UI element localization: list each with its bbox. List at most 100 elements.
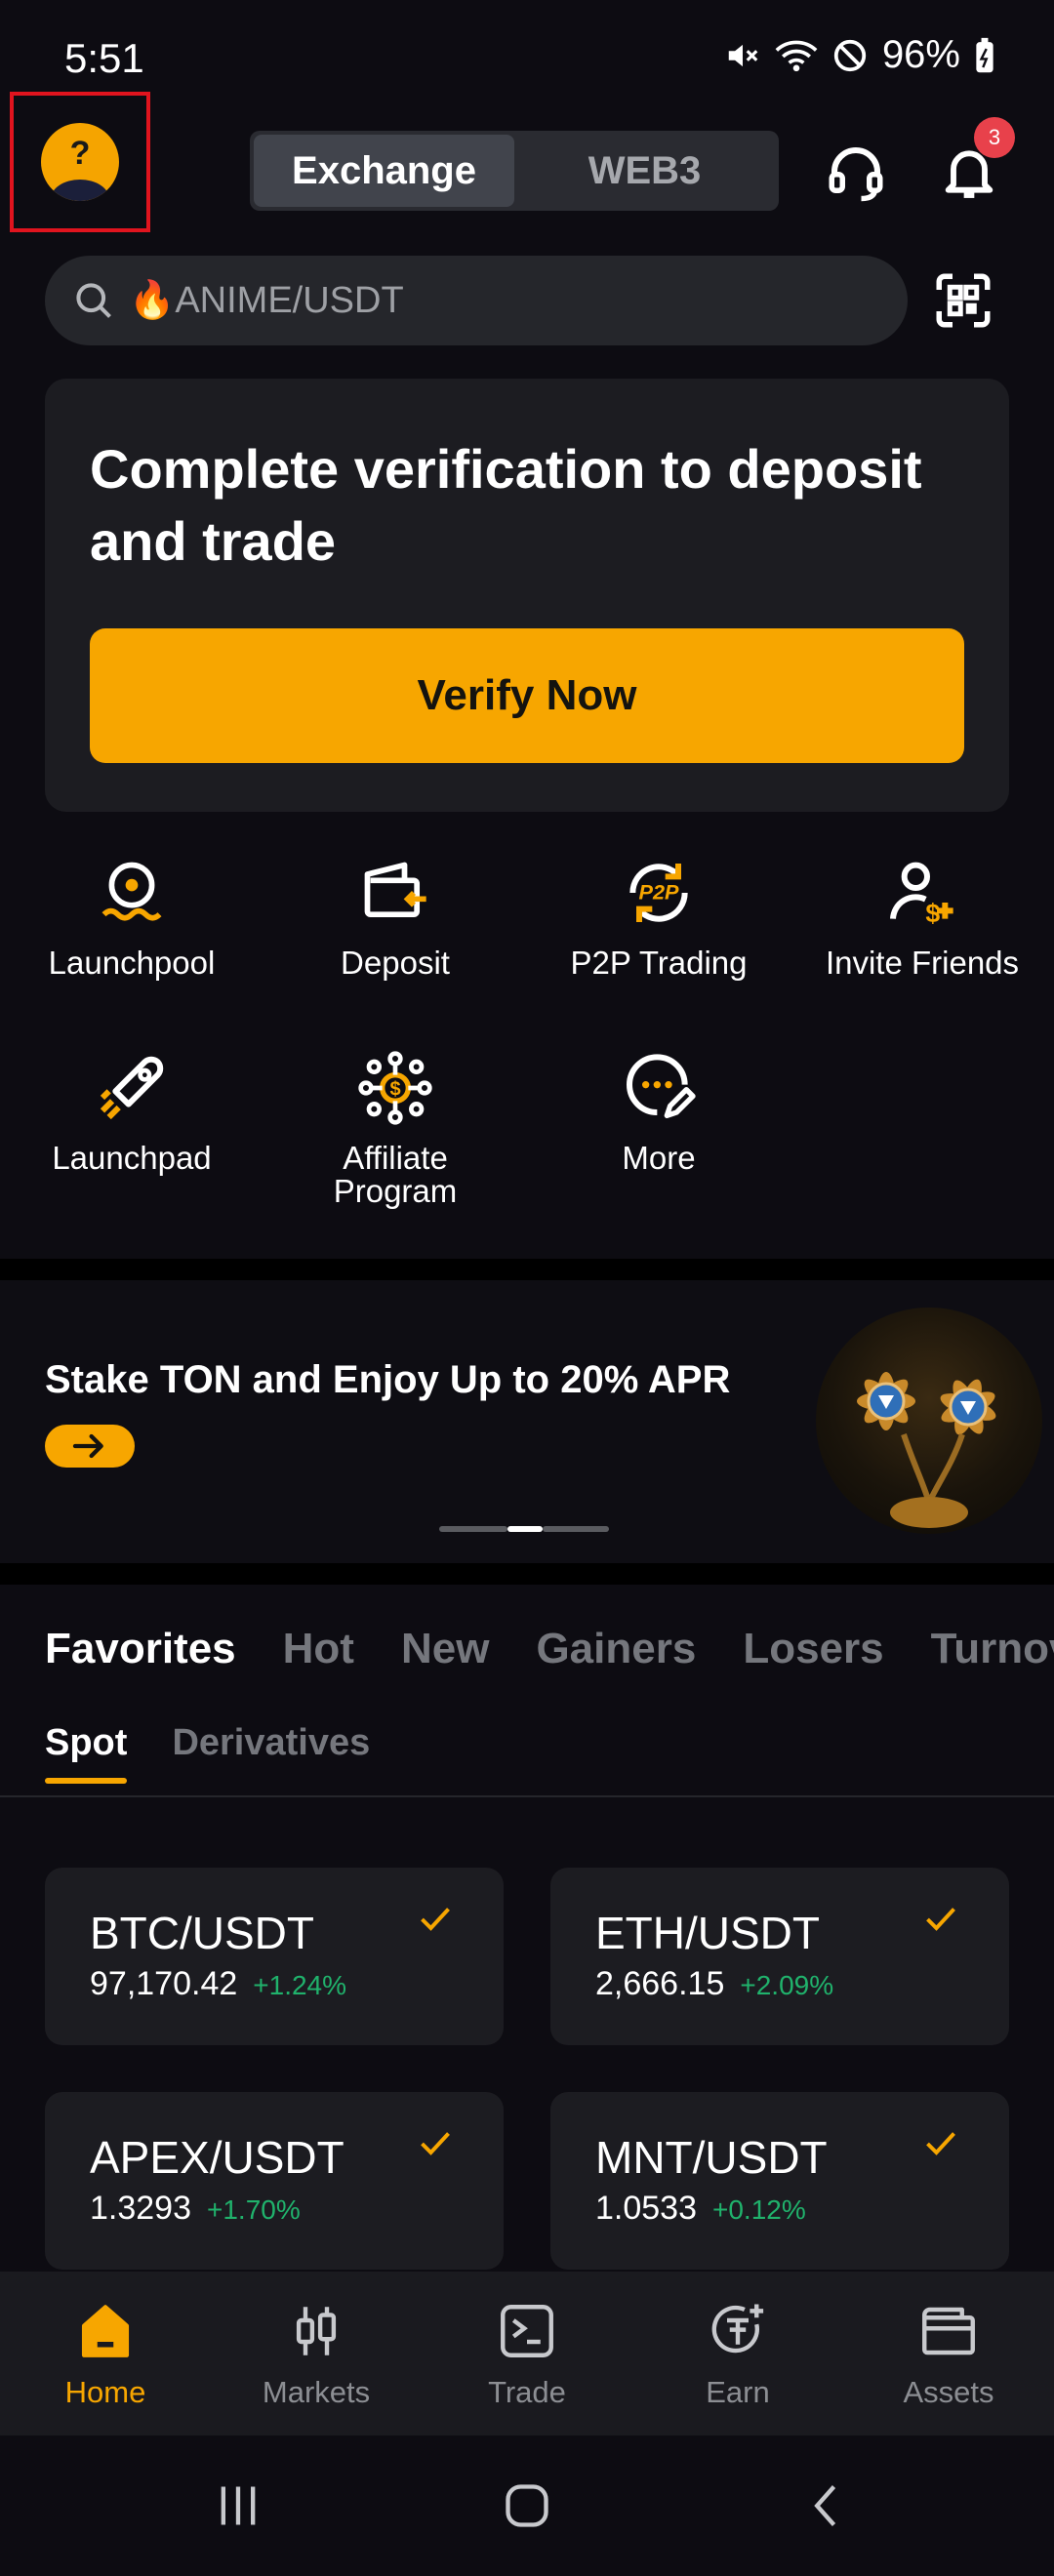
search-icon — [76, 283, 111, 318]
nav-label: Assets — [903, 2375, 994, 2409]
banner-arrow-button[interactable] — [45, 1425, 135, 1468]
notifications-button[interactable]: 3 — [937, 117, 1015, 211]
support-button[interactable] — [822, 133, 890, 211]
carousel-dot — [439, 1526, 507, 1532]
tab-losers[interactable]: Losers — [743, 1625, 883, 1673]
pair-price: 1.3293 — [90, 2190, 191, 2227]
nav-home[interactable]: Home — [0, 2272, 211, 2435]
back-icon[interactable] — [802, 2480, 853, 2531]
shortcut-invite-friends[interactable]: $ Invite Friends — [790, 849, 1054, 980]
bottom-nav: Home Markets Trade Earn Assets — [0, 2272, 1054, 2435]
wifi-icon — [775, 40, 818, 71]
subtab-divider — [0, 1795, 1054, 1797]
dnd-icon — [833, 39, 867, 71]
candlestick-icon — [296, 2307, 337, 2355]
verify-now-button[interactable]: Verify Now — [90, 628, 964, 763]
shortcut-more[interactable]: More — [527, 1044, 790, 1175]
nav-assets[interactable]: Assets — [843, 2272, 1054, 2435]
system-navigation-bar — [0, 2435, 1054, 2576]
home-button-icon[interactable] — [502, 2480, 552, 2531]
home-icon — [81, 2305, 130, 2357]
pair-price: 1.0533 — [595, 2190, 697, 2227]
shortcut-label: More — [622, 1140, 696, 1176]
tab-favorites[interactable]: Favorites — [45, 1625, 236, 1673]
status-time: 5:51 — [64, 35, 144, 81]
mute-icon — [728, 44, 758, 66]
shortcut-label: Launchpad — [52, 1140, 212, 1176]
tab-web3[interactable]: WEB3 — [514, 135, 775, 207]
tab-new[interactable]: New — [401, 1625, 489, 1673]
check-icon[interactable] — [923, 1905, 958, 1934]
launchpool-icon — [101, 862, 162, 921]
tab-exchange[interactable]: Exchange — [254, 135, 514, 207]
verification-title: Complete verification to deposit and tra… — [90, 438, 922, 572]
earn-icon — [711, 2304, 764, 2354]
headset-icon — [829, 146, 883, 202]
nav-earn[interactable]: Earn — [632, 2272, 843, 2435]
battery-percent: 96% — [881, 33, 960, 76]
pair-change: +0.12% — [712, 2194, 806, 2225]
shortcut-label: Affiliate Program — [333, 1140, 458, 1209]
check-icon[interactable] — [418, 2129, 453, 2158]
check-icon[interactable] — [418, 1905, 453, 1934]
tab-gainers[interactable]: Gainers — [536, 1625, 696, 1673]
recent-apps-icon[interactable] — [213, 2480, 264, 2531]
status-bar: 5:51 96% — [0, 0, 1054, 107]
shortcut-affiliate-program[interactable]: $ Affiliate Program — [264, 1044, 527, 1208]
search-input[interactable]: 🔥ANIME/USDT — [45, 256, 908, 345]
tab-hot[interactable]: Hot — [283, 1625, 354, 1673]
qr-scan-icon — [936, 273, 991, 328]
exchange-web3-switch: Exchange WEB3 — [250, 131, 779, 211]
subtab-spot[interactable]: Spot — [45, 1722, 128, 1784]
p2p-icon: P2P — [629, 864, 688, 922]
shortcut-p2p[interactable]: P2P P2P Trading — [527, 849, 790, 980]
pair-price: 2,666.15 — [595, 1965, 725, 2002]
arrow-right-icon — [72, 1433, 103, 1459]
shortcut-launchpad[interactable]: Launchpad — [0, 1044, 264, 1175]
shortcut-launchpool[interactable]: Launchpool — [0, 849, 264, 980]
nav-label: Markets — [262, 2375, 371, 2409]
profile-avatar-button[interactable]: ? — [10, 92, 150, 232]
shortcut-label: P2P Trading — [570, 945, 748, 981]
banner-title: Stake TON and Enjoy Up to 20% APR — [45, 1358, 731, 1401]
pair-card-eth[interactable]: ETH/USDT 2,666.15 +2.09% — [550, 1868, 1009, 2045]
sunflower-illustration — [857, 1372, 996, 1528]
nav-markets[interactable]: Markets — [211, 2272, 422, 2435]
check-icon[interactable] — [923, 2129, 958, 2158]
carousel-dot — [543, 1526, 609, 1532]
svg-text:$: $ — [389, 1079, 400, 1101]
section-divider — [0, 1259, 1054, 1280]
pair-price: 97,170.42 — [90, 1965, 238, 2002]
pair-change: +2.09% — [740, 1970, 834, 2000]
market-subtabs: Spot Derivatives — [45, 1722, 370, 1784]
shortcut-deposit[interactable]: Deposit — [264, 849, 527, 980]
nav-label: Trade — [488, 2375, 566, 2409]
promo-banner[interactable]: Stake TON and Enjoy Up to 20% APR — [0, 1280, 1054, 1563]
scan-button[interactable] — [929, 263, 997, 338]
notification-badge: 3 — [974, 117, 1015, 158]
affiliate-icon: $ — [358, 1051, 432, 1125]
search-placeholder: 🔥ANIME/USDT — [129, 280, 404, 321]
section-divider — [0, 1563, 1054, 1585]
rocket-icon — [100, 1056, 164, 1120]
status-icons: 96% — [724, 33, 995, 77]
market-tabs: Favorites Hot New Gainers Losers Turnov — [45, 1625, 1054, 1673]
more-icon — [627, 1054, 696, 1118]
invite-icon: $ — [890, 862, 953, 928]
nav-trade[interactable]: Trade — [422, 2272, 632, 2435]
avatar-body — [51, 180, 109, 201]
avatar: ? — [41, 123, 119, 201]
shortcut-label: Deposit — [341, 945, 450, 981]
shortcut-label: Launchpool — [48, 945, 216, 981]
tab-turnover[interactable]: Turnov — [931, 1625, 1054, 1673]
trade-icon — [501, 2305, 553, 2357]
pair-card-btc[interactable]: BTC/USDT 97,170.42 +1.24% — [45, 1868, 504, 2045]
verification-card: Complete verification to deposit and tra… — [45, 379, 1009, 812]
pair-card-mnt[interactable]: MNT/USDT 1.0533 +0.12% — [550, 2092, 1009, 2270]
pair-card-apex[interactable]: APEX/USDT 1.3293 +1.70% — [45, 2092, 504, 2270]
banner-illustration — [816, 1308, 1042, 1534]
carousel-indicator — [439, 1526, 609, 1532]
subtab-derivatives[interactable]: Derivatives — [172, 1722, 370, 1784]
svg-text:P2P: P2P — [639, 880, 679, 905]
pair-change: +1.24% — [253, 1970, 347, 2000]
